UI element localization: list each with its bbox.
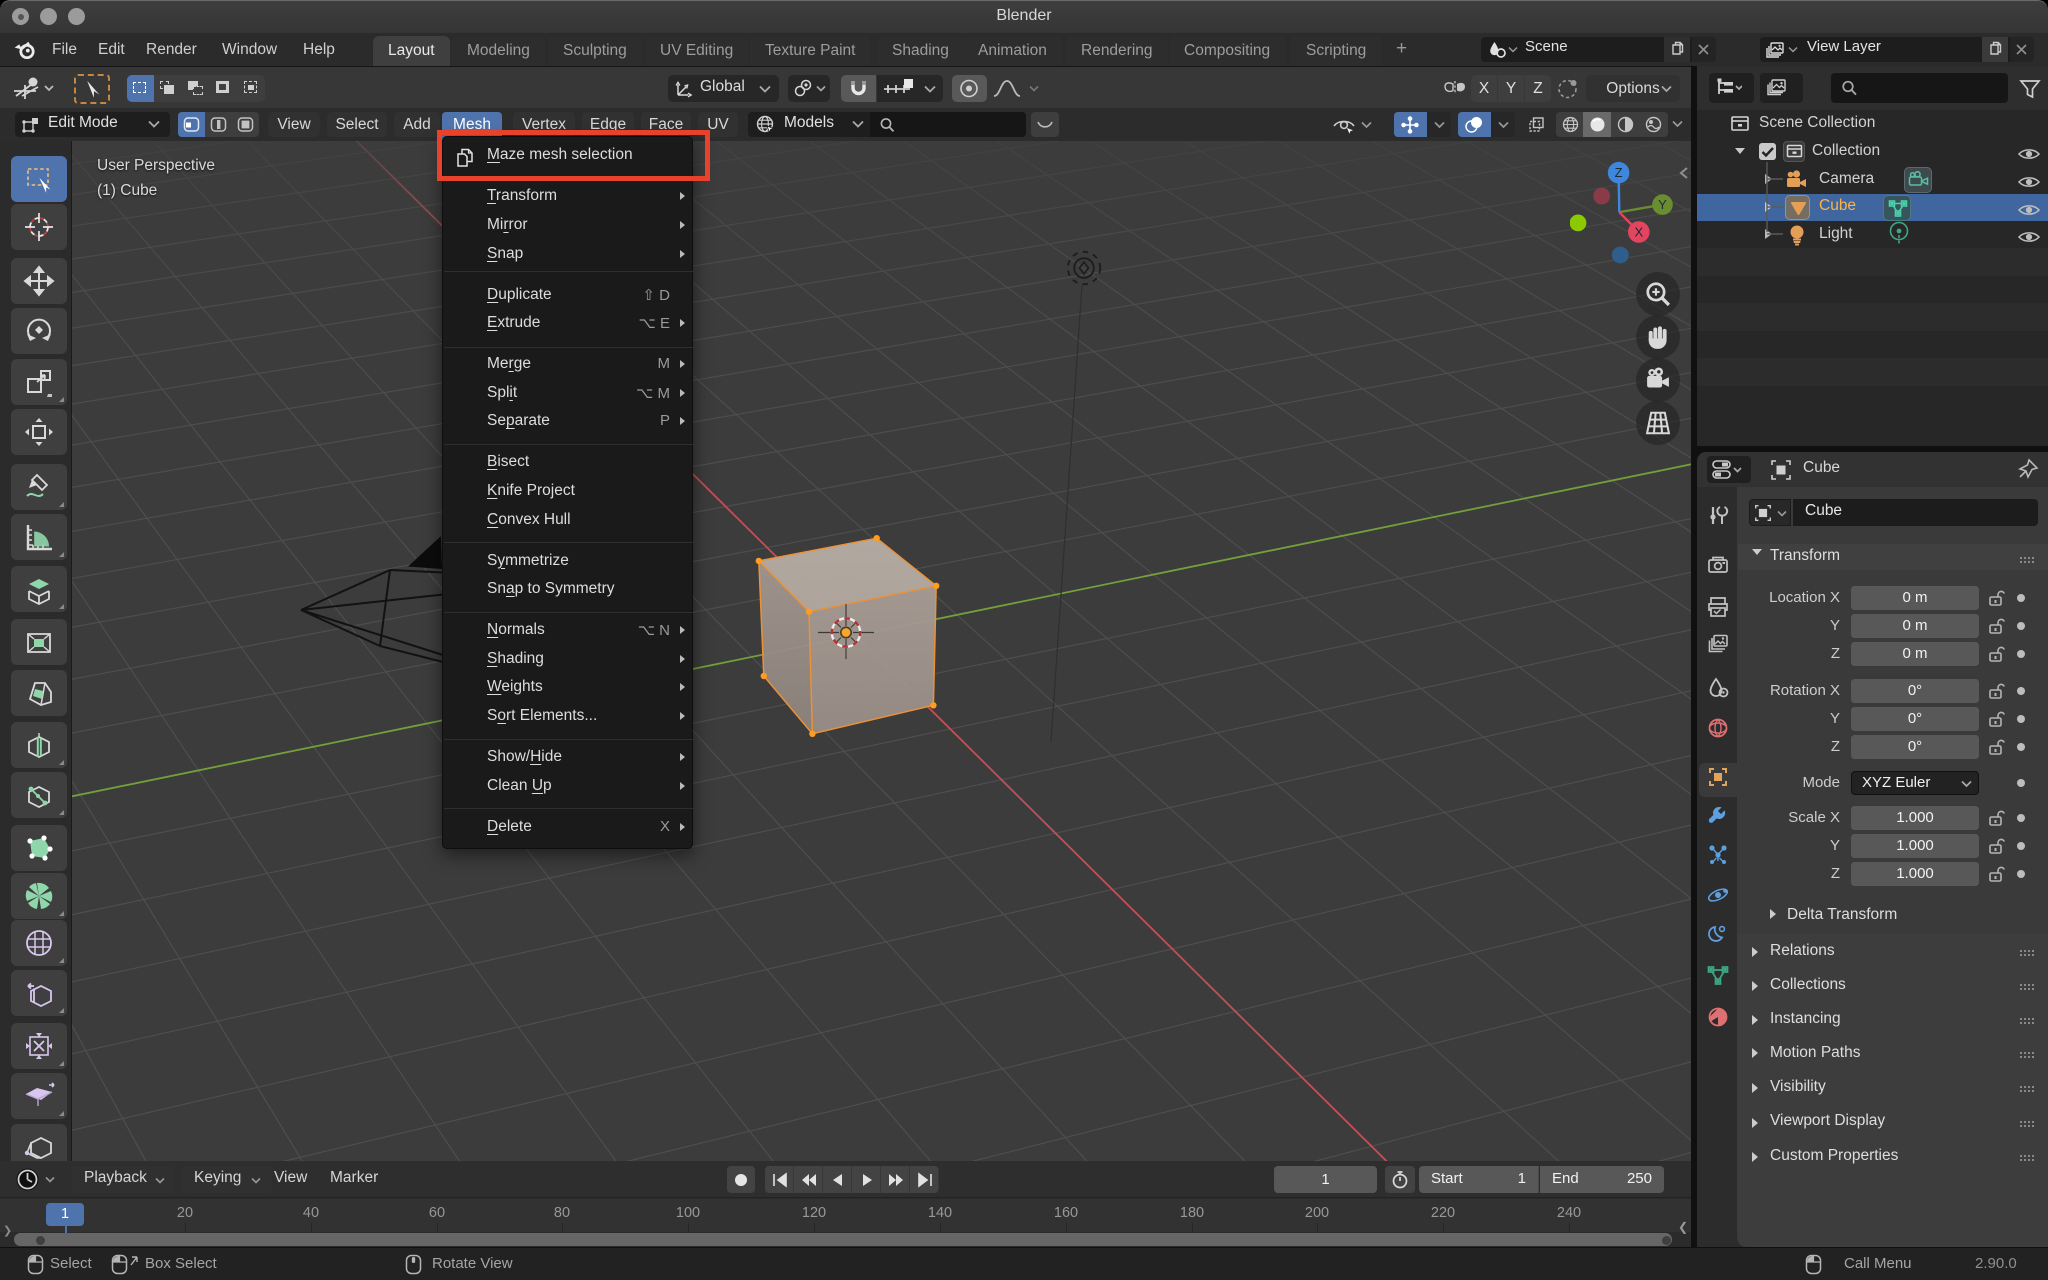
svg-text:Z: Z <box>1615 165 1623 180</box>
svg-text:X: X <box>1634 225 1643 240</box>
svg-text:Y: Y <box>1658 197 1667 212</box>
